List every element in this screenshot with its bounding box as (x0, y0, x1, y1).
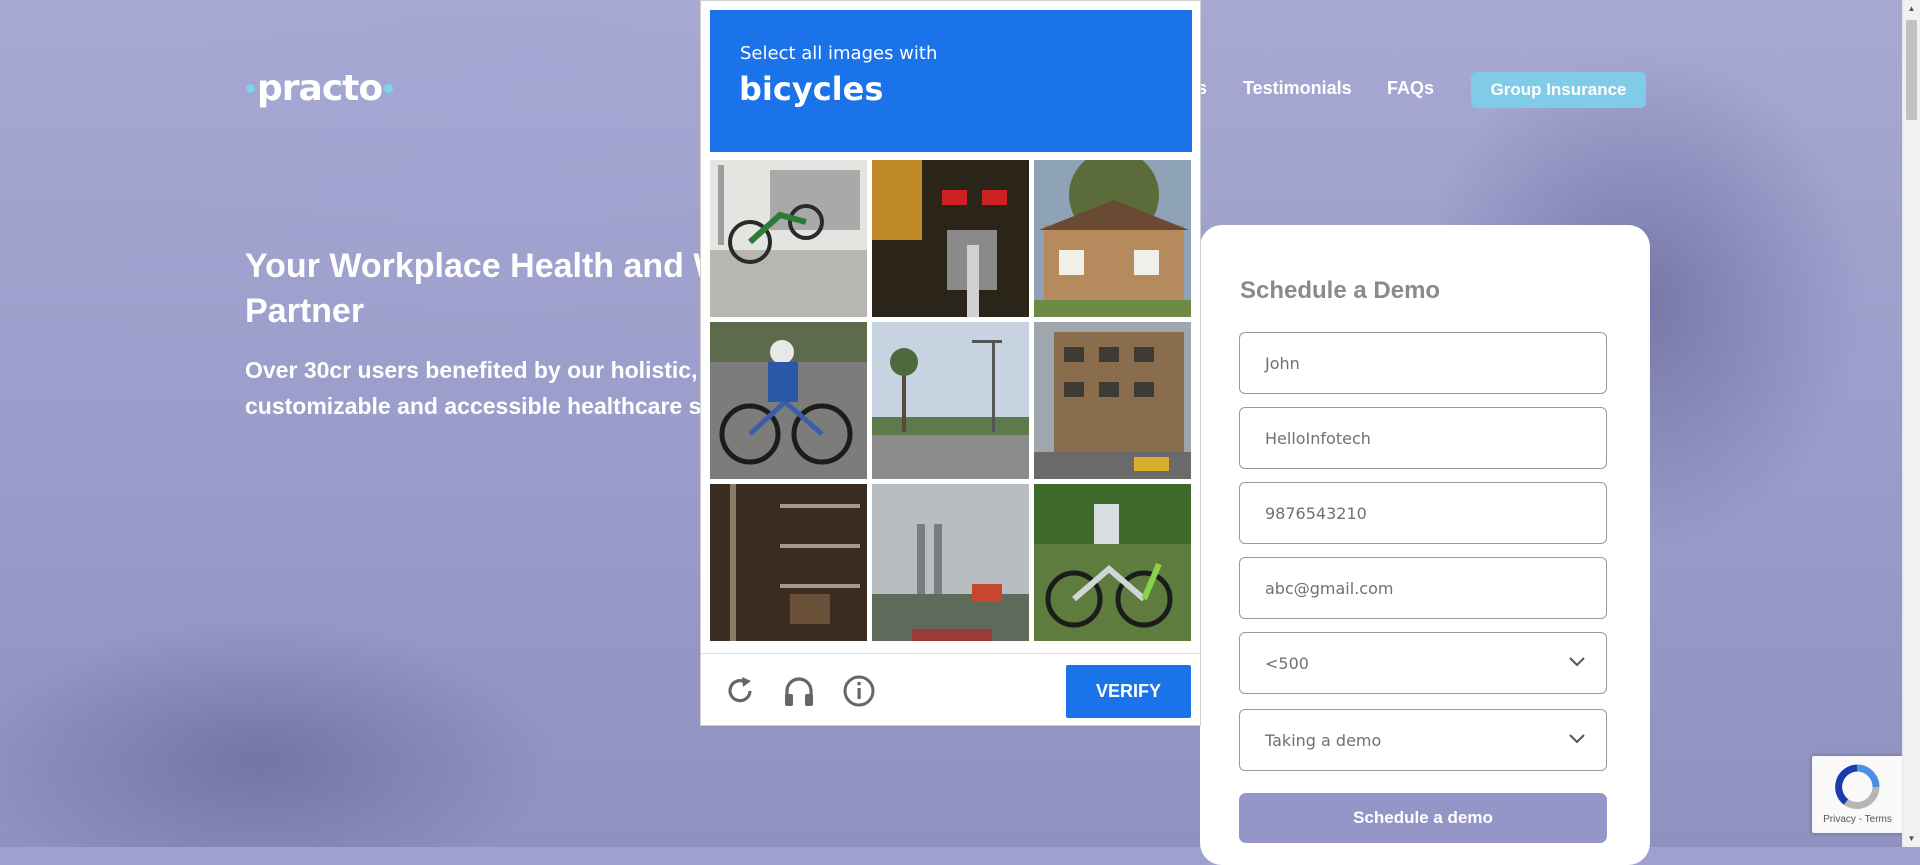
scroll-up-arrow-icon[interactable]: ▲ (1903, 0, 1920, 17)
interest-select[interactable]: Taking a demo (1239, 709, 1607, 771)
captcha-tile-cyclist-on-road[interactable] (710, 322, 867, 479)
recaptcha-logo-icon (1835, 764, 1880, 809)
logo-dot-icon (246, 84, 255, 93)
recaptcha-links[interactable]: Privacy - Terms (1812, 814, 1903, 825)
scroll-down-arrow-icon[interactable]: ▼ (1903, 830, 1920, 847)
captcha-tile-house-with-tree[interactable] (1034, 160, 1191, 317)
captcha-target: bicycles (739, 70, 884, 108)
captcha-challenge: Select all images with bicycles VERIFY (700, 0, 1201, 726)
phone-field[interactable]: 9876543210 (1239, 482, 1607, 544)
scrollbar-thumb[interactable] (1906, 20, 1917, 120)
interest-value: Taking a demo (1265, 730, 1382, 750)
info-icon[interactable] (842, 674, 876, 708)
email-field-value: abc@gmail.com (1265, 578, 1394, 598)
recaptcha-badge[interactable]: Privacy - Terms (1812, 756, 1903, 833)
reload-icon[interactable] (723, 674, 757, 708)
captcha-tile-street-with-palms[interactable] (872, 322, 1029, 479)
name-field[interactable]: John (1239, 332, 1607, 394)
practo-logo[interactable]: practo (244, 68, 395, 109)
company-field[interactable]: HelloInfotech (1239, 407, 1607, 469)
chevron-down-icon (1569, 734, 1585, 744)
captcha-tile-motorbike-closeup[interactable] (872, 160, 1029, 317)
chevron-down-icon (1569, 657, 1585, 667)
email-field[interactable]: abc@gmail.com (1239, 557, 1607, 619)
logo-dot-icon (384, 84, 394, 93)
nav-item-faqs[interactable]: FAQs (1387, 78, 1434, 99)
phone-field-value: 9876543210 (1265, 503, 1367, 523)
demo-form-card: Schedule a Demo John HelloInfotech 98765… (1200, 225, 1650, 865)
schedule-demo-button[interactable]: Schedule a demo (1239, 793, 1607, 843)
group-insurance-button[interactable]: Group Insurance (1471, 72, 1646, 108)
company-size-select[interactable]: <500 (1239, 632, 1607, 694)
captcha-tile-industrial-chimney[interactable] (872, 484, 1029, 641)
captcha-tile-bike-share-dock[interactable] (710, 160, 867, 317)
captcha-header: Select all images with bicycles (710, 10, 1192, 152)
nav-item-testimonials[interactable]: Testimonials (1243, 78, 1352, 99)
name-field-value: John (1265, 353, 1300, 373)
captcha-tile-apartment-building[interactable] (1034, 322, 1191, 479)
form-title: Schedule a Demo (1240, 277, 1441, 304)
captcha-tile-parked-bicycles[interactable] (1034, 484, 1191, 641)
logo-text: practo (257, 68, 383, 109)
company-size-value: <500 (1265, 653, 1309, 673)
company-field-value: HelloInfotech (1265, 428, 1371, 448)
captcha-tile-grid (710, 160, 1192, 644)
verify-button[interactable]: VERIFY (1066, 665, 1191, 718)
captcha-instruction: Select all images with (740, 43, 938, 64)
captcha-footer: VERIFY (701, 653, 1200, 727)
page-scrollbar[interactable]: ▲ ▼ (1902, 0, 1920, 847)
headphones-icon[interactable] (782, 674, 816, 708)
captcha-tile-storage-shelves[interactable] (710, 484, 867, 641)
